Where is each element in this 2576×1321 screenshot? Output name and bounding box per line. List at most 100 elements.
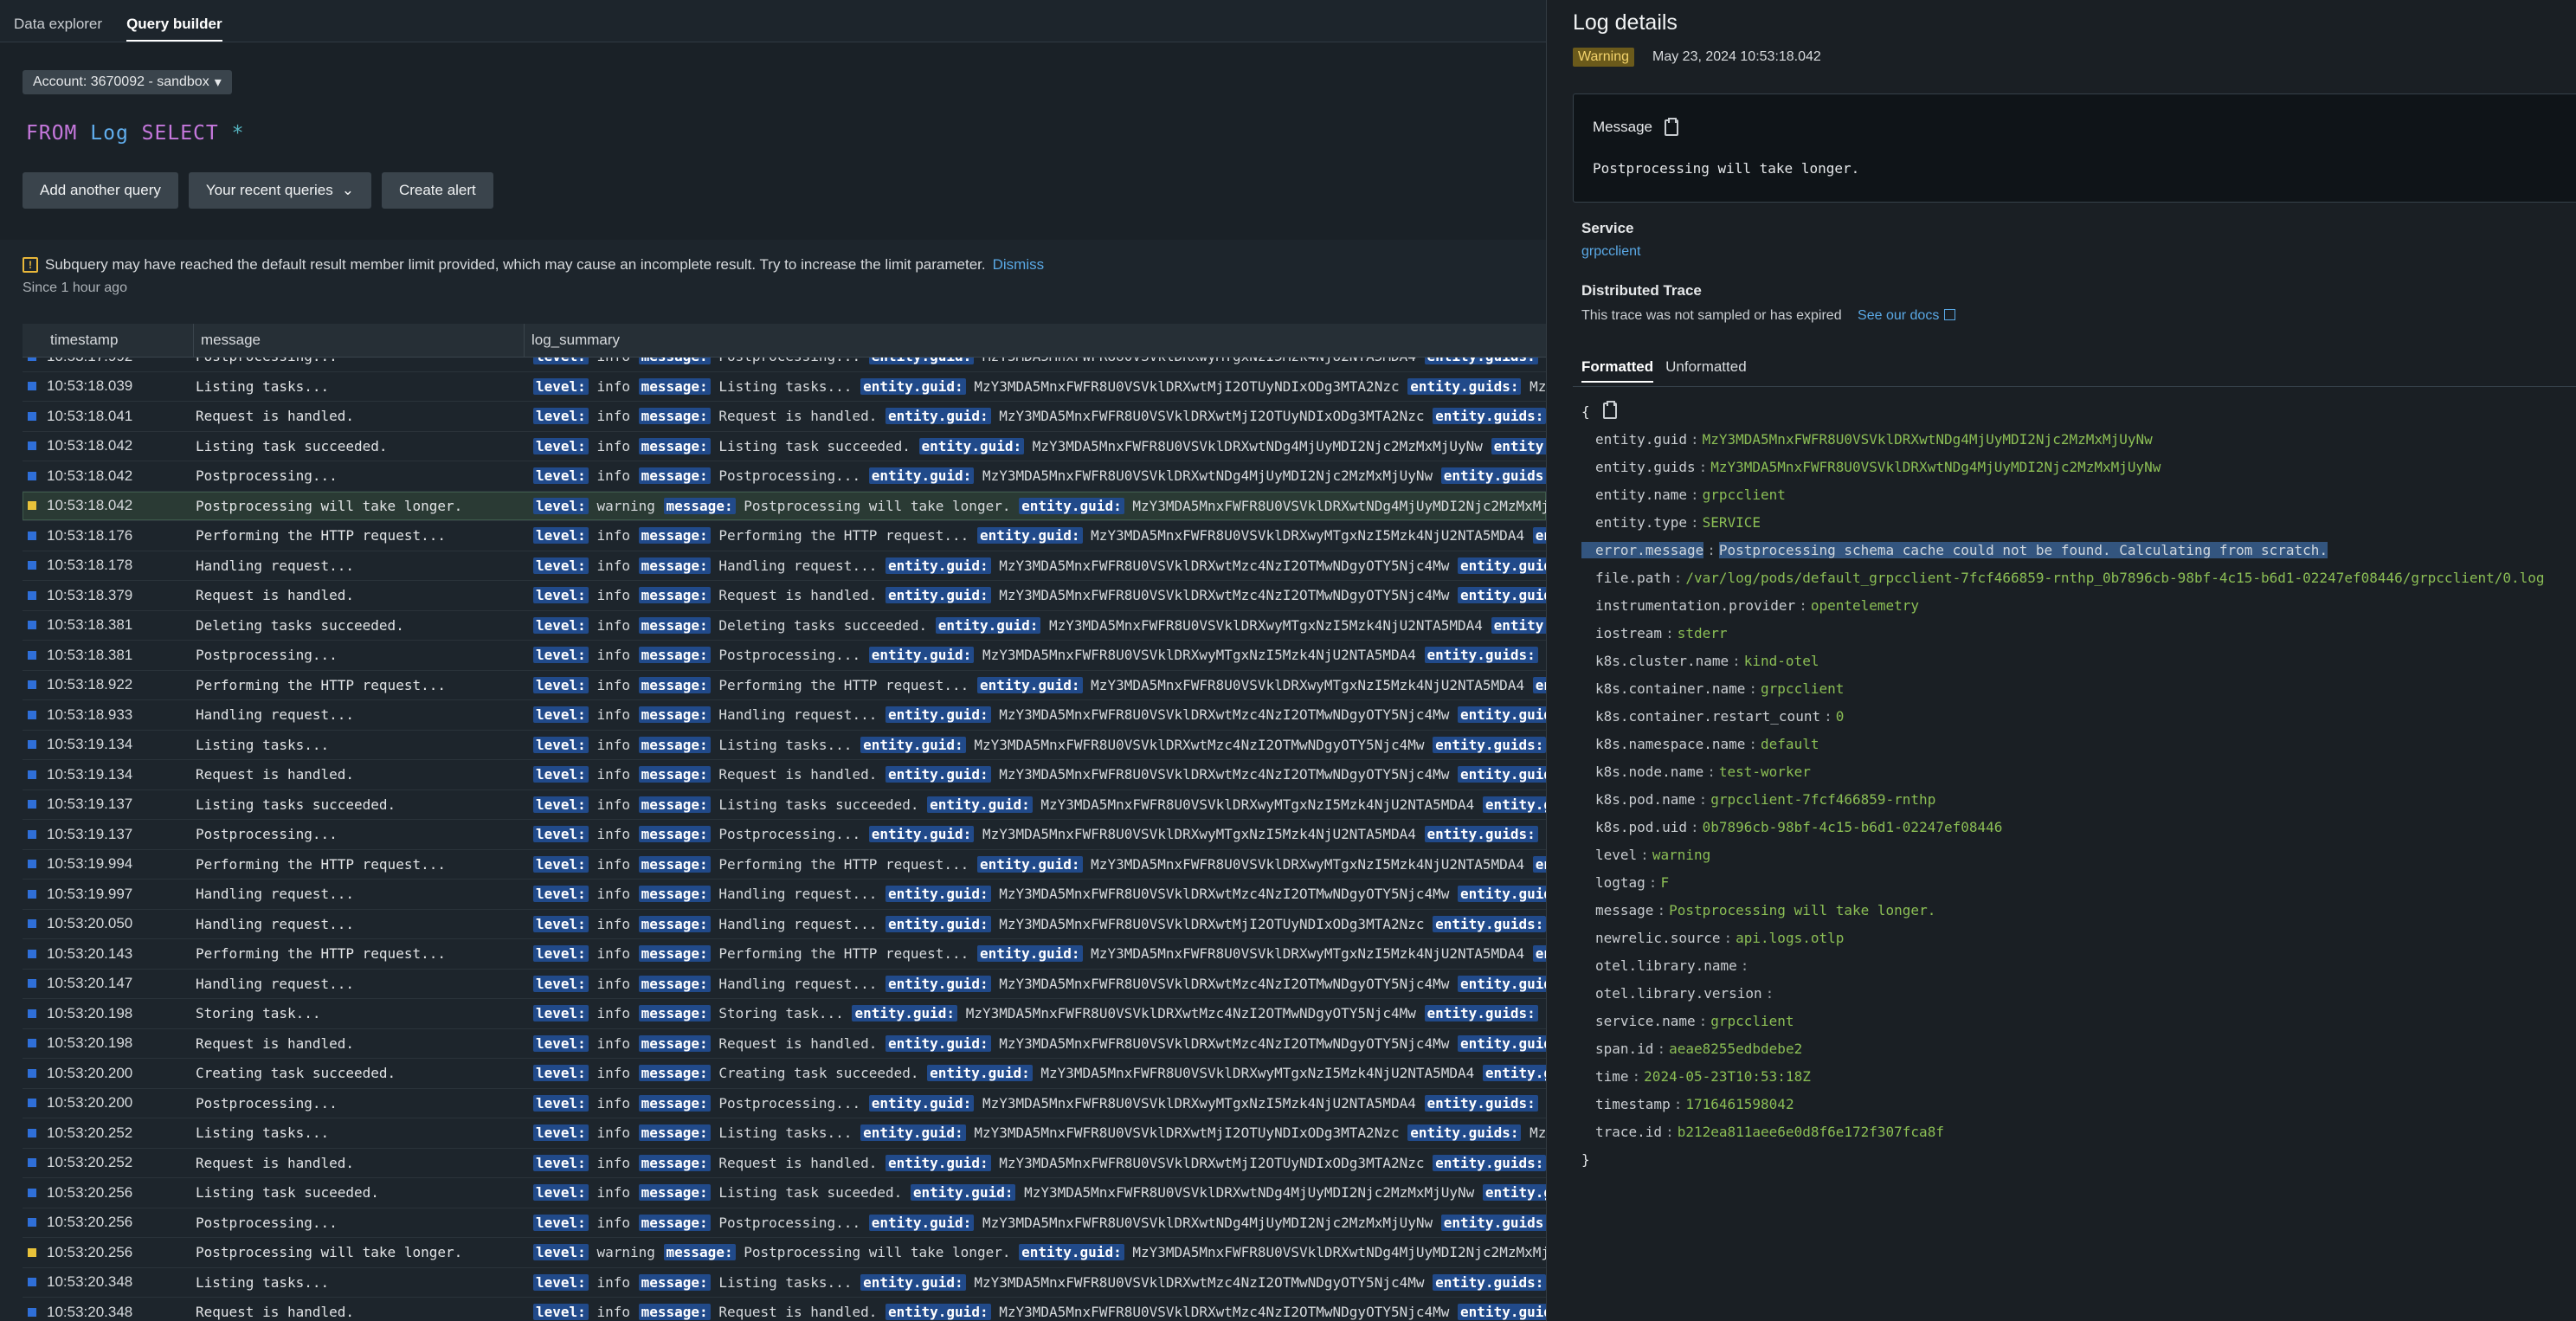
row-log-summary: level: info message: Listing tasks succe… xyxy=(526,796,1546,813)
column-header-timestamp[interactable]: timestamp xyxy=(23,324,194,357)
json-attribute[interactable]: logtag: F xyxy=(1581,869,2545,897)
table-row[interactable]: 10:53:18.922 Performing the HTTP request.… xyxy=(23,671,1546,700)
column-header-log-summary[interactable]: log_summary xyxy=(525,324,1546,357)
row-log-summary: level: info message: Request is handled.… xyxy=(526,587,1546,604)
attribute-value: test-worker xyxy=(1718,764,1811,780)
level-key: level: xyxy=(533,736,589,753)
json-attribute[interactable]: k8s.container.restart_count:0 xyxy=(1581,703,2545,731)
copy-icon[interactable] xyxy=(1603,401,1618,419)
json-attribute[interactable]: k8s.container.name: grpcclient xyxy=(1581,675,2545,703)
attribute-value: 2024-05-23T10:53:18Z xyxy=(1644,1068,1811,1085)
attribute-colon: : xyxy=(1657,1041,1666,1057)
account-selector[interactable]: Account: 3670092 - sandbox ▾ xyxy=(23,70,232,94)
table-row[interactable]: 10:53:20.200 Creating task succeeded. leve… xyxy=(23,1059,1546,1089)
row-timestamp: 10:53:18.381 xyxy=(47,616,133,634)
json-attribute[interactable]: k8s.cluster.name: kind-otel xyxy=(1581,648,2545,675)
row-message: Storing task... xyxy=(196,1005,321,1022)
guids-key: entity.guids: xyxy=(1433,1154,1546,1171)
tab-unformatted[interactable]: Unformatted xyxy=(1665,358,1747,383)
guid-value: MzY3MDA5MnxFWFR8U0VSVklDRXwtMjI2OTUyNDIx… xyxy=(974,377,1400,395)
json-attribute[interactable]: entity.type: SERVICE xyxy=(1581,509,2545,537)
table-row[interactable]: 10:53:19.994 Performing the HTTP request.… xyxy=(23,850,1546,880)
table-row[interactable]: 10:53:19.137 Postprocessing... level: info… xyxy=(23,820,1546,850)
nrql-query-editor[interactable]: FROM Log SELECT * xyxy=(26,122,244,145)
table-row[interactable]: 10:53:18.933 Handling request... level: in… xyxy=(23,700,1546,731)
table-row[interactable]: 10:53:19.997 Handling request... level: in… xyxy=(23,880,1546,910)
table-row[interactable]: 10:53:18.042 Postprocessing will take lon… xyxy=(23,491,1546,521)
json-attribute[interactable]: k8s.node.name: test-worker xyxy=(1581,758,2545,786)
table-row[interactable]: 10:53:19.134 Listing tasks... level: info … xyxy=(23,731,1546,760)
table-row[interactable]: 10:53:18.042 Postprocessing... level: info… xyxy=(23,461,1546,492)
level-key: level: xyxy=(533,1065,589,1082)
json-attribute[interactable]: trace.id: b212ea811aee6e0d8f6e172f307fca8… xyxy=(1581,1118,2545,1146)
table-row[interactable]: 10:53:20.252 Request is handled. level: in… xyxy=(23,1149,1546,1178)
level-marker xyxy=(28,740,36,750)
tab-query-builder[interactable]: Query builder xyxy=(126,16,222,42)
json-attribute[interactable]: service.name: grpcclient xyxy=(1581,1008,2545,1035)
table-row[interactable]: 10:53:20.198 Storing task... level: info m… xyxy=(23,999,1546,1029)
json-attribute[interactable]: newrelic.source: api.logs.otlp xyxy=(1581,925,2545,952)
json-attribute[interactable]: k8s.pod.uid:0b7896cb-98bf-4c15-b6d1-0224… xyxy=(1581,814,2545,841)
table-row[interactable]: 10:53:20.200 Postprocessing... level: info… xyxy=(23,1089,1546,1118)
query-actions: Add another query Your recent queries ⌄ C… xyxy=(23,172,493,209)
attribute-value: SERVICE xyxy=(1702,514,1761,531)
copy-icon[interactable] xyxy=(1664,117,1678,136)
table-row[interactable]: 10:53:18.042 Listing task succeeded. level… xyxy=(23,432,1546,461)
table-row[interactable]: 10:53:20.050 Handling request... level: in… xyxy=(23,910,1546,939)
table-row[interactable]: 10:53:20.256 Postprocessing will take lon… xyxy=(23,1238,1546,1268)
json-attribute[interactable]: entity.guids: MzY3MDA5MnxFWFR8U0VSVklDRXw… xyxy=(1581,454,2545,481)
guids-key: entity.guids: xyxy=(1491,616,1546,634)
json-attribute[interactable]: span.id: aeae8255edbdebe2 xyxy=(1581,1035,2545,1063)
json-attribute[interactable]: time:2024-05-23T10:53:18Z xyxy=(1581,1063,2545,1091)
table-row[interactable]: 10:53:20.348 Request is handled. level: in… xyxy=(23,1298,1546,1321)
table-row[interactable]: 10:53:20.256 Postprocessing... level: info… xyxy=(23,1208,1546,1238)
table-row[interactable]: 10:53:18.381 Postprocessing... level: info… xyxy=(23,641,1546,671)
json-attribute[interactable]: error.message: Postprocessing schema cach… xyxy=(1581,537,2545,564)
guid-key: entity.guid: xyxy=(927,796,1033,813)
table-row[interactable]: 10:53:18.379 Request is handled. level: in… xyxy=(23,581,1546,611)
table-row[interactable]: 10:53:19.137 Listing tasks succeeded. leve… xyxy=(23,790,1546,820)
json-attribute[interactable]: k8s.namespace.name: default xyxy=(1581,731,2545,758)
table-row[interactable]: 10:53:18.176 Performing the HTTP request.… xyxy=(23,521,1546,551)
table-row[interactable]: 10:53:19.134 Request is handled. level: in… xyxy=(23,760,1546,790)
dismiss-link[interactable]: Dismiss xyxy=(993,256,1045,274)
json-attribute[interactable]: k8s.pod.name: grpcclient-7fcf466859-rnthp xyxy=(1581,786,2545,814)
row-log-summary: level: info message: Storing task... ent… xyxy=(526,1005,1546,1022)
json-attribute[interactable]: entity.guid: MzY3MDA5MnxFWFR8U0VSVklDRXwt… xyxy=(1581,426,2545,454)
service-link[interactable]: grpcclient xyxy=(1581,244,1640,260)
table-row[interactable]: 10:53:18.041 Request is handled. level: in… xyxy=(23,402,1546,432)
row-message: Deleting tasks succeeded. xyxy=(196,616,404,634)
json-attribute[interactable]: entity.name: grpcclient xyxy=(1581,481,2545,509)
table-row[interactable]: 10:53:20.143 Performing the HTTP request.… xyxy=(23,939,1546,970)
json-attribute[interactable]: otel.library.version: xyxy=(1581,980,2545,1008)
table-row[interactable]: 10:53:20.256 Listing task suceeded. level:… xyxy=(23,1178,1546,1208)
json-attribute[interactable]: instrumentation.provider: opentelemetry xyxy=(1581,592,2545,620)
table-row[interactable]: 10:53:17.992Postprocessing...level: info… xyxy=(23,358,1546,372)
message-box: Message Postprocessing will take longer. xyxy=(1573,93,2576,203)
guid-key: entity.guid: xyxy=(976,527,1083,545)
table-row[interactable]: 10:53:18.178 Handling request... level: in… xyxy=(23,551,1546,581)
table-row[interactable]: 10:53:20.252 Listing tasks... level: info … xyxy=(23,1118,1546,1149)
table-row[interactable]: 10:53:20.198 Request is handled. level: in… xyxy=(23,1029,1546,1059)
column-header-message[interactable]: message xyxy=(194,324,525,357)
table-row[interactable]: 10:53:20.147 Handling request... level: in… xyxy=(23,970,1546,999)
tab-data-explorer[interactable]: Data explorer xyxy=(14,16,102,42)
table-row[interactable]: 10:53:18.039 Listing tasks... level: info … xyxy=(23,372,1546,402)
tab-formatted[interactable]: Formatted xyxy=(1581,358,1654,383)
json-attribute[interactable]: level: warning xyxy=(1581,841,2545,869)
table-row[interactable]: 10:53:20.348 Listing tasks... level: info … xyxy=(23,1268,1546,1298)
create-alert-button[interactable]: Create alert xyxy=(381,172,493,209)
json-attribute[interactable]: file.path:/var/log/pods/default_grpcclie… xyxy=(1581,564,2545,592)
level-key: level: xyxy=(533,915,589,932)
json-attribute[interactable]: otel.library.name: xyxy=(1581,952,2545,980)
row-log-summary: level: warning message: Postprocessing w… xyxy=(526,1244,1546,1261)
table-row[interactable]: 10:53:18.381 Deleting tasks succeeded. lev… xyxy=(23,611,1546,641)
see-docs-link[interactable]: See our docs xyxy=(1858,308,1956,323)
attribute-value: /var/log/pods/default_grpcclient-7fcf466… xyxy=(1685,570,2545,586)
json-attribute[interactable]: message: Postprocessing will take longer. xyxy=(1581,897,2545,925)
add-query-button[interactable]: Add another query xyxy=(23,172,178,209)
recent-queries-button[interactable]: Your recent queries ⌄ xyxy=(188,172,371,209)
guid-key: entity.guid: xyxy=(885,1034,991,1052)
json-attribute[interactable]: iostream: stderr xyxy=(1581,620,2545,648)
json-attribute[interactable]: timestamp:1716461598042 xyxy=(1581,1091,2545,1118)
